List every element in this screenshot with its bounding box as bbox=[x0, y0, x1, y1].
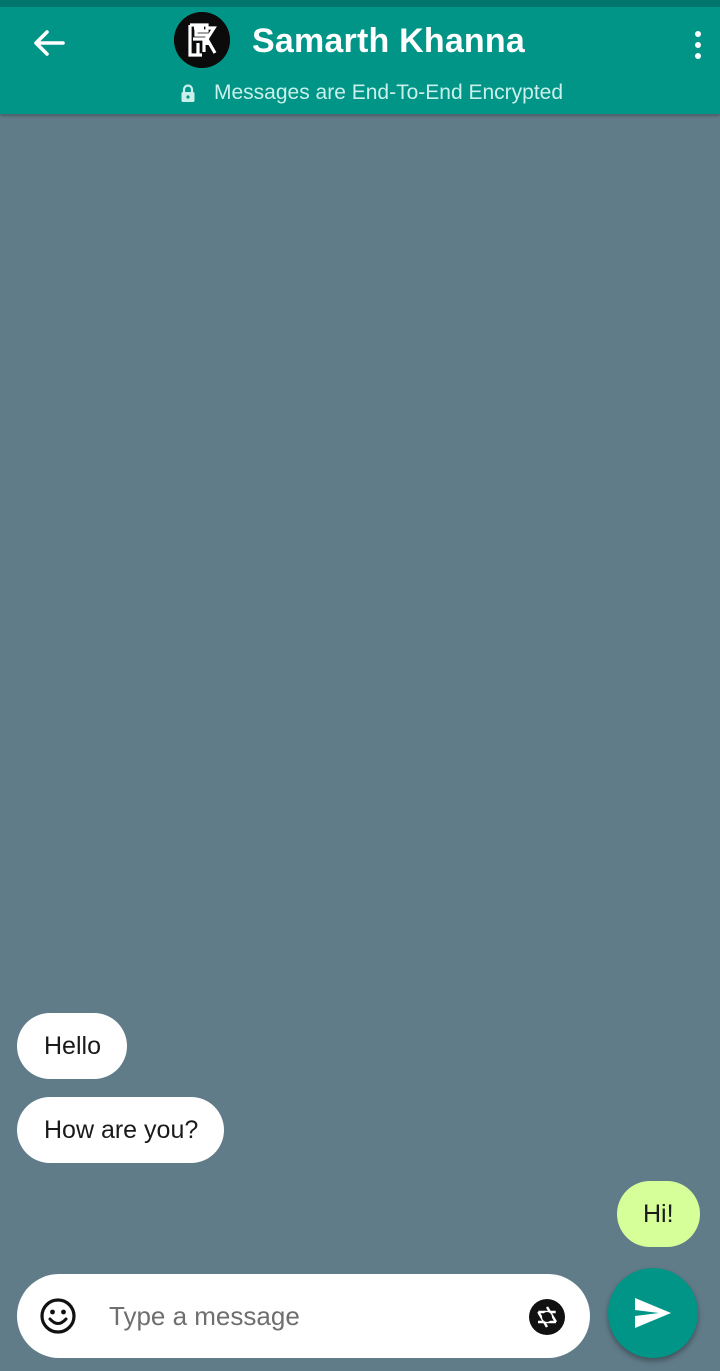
avatar[interactable] bbox=[174, 12, 230, 68]
message-bubble-received[interactable]: Hello bbox=[17, 1013, 127, 1079]
contact-name[interactable]: Samarth Khanna bbox=[252, 21, 525, 61]
smiley-icon bbox=[40, 1298, 76, 1334]
chat-header: Samarth Khanna Messages are End-To-End E… bbox=[0, 0, 720, 114]
encryption-notice: Messages are End-To-End Encrypted bbox=[180, 80, 563, 106]
send-button[interactable] bbox=[608, 1268, 698, 1358]
arrow-left-icon bbox=[34, 30, 65, 56]
camera-shutter-icon bbox=[529, 1299, 565, 1335]
message-bubble-sent[interactable]: Hi! bbox=[617, 1181, 700, 1247]
message-text: Hi! bbox=[643, 1199, 674, 1228]
sk-monogram-logo bbox=[174, 12, 230, 68]
more-options-button[interactable] bbox=[684, 25, 712, 65]
back-button[interactable] bbox=[26, 23, 72, 63]
message-composer bbox=[17, 1274, 590, 1358]
lock-icon bbox=[180, 83, 198, 103]
message-text: How are you? bbox=[44, 1115, 199, 1144]
camera-button[interactable] bbox=[528, 1298, 566, 1336]
message-input[interactable] bbox=[109, 1294, 509, 1338]
more-vertical-icon bbox=[695, 31, 701, 37]
encryption-notice-text: Messages are End-To-End Encrypted bbox=[214, 81, 564, 104]
message-text: Hello bbox=[44, 1031, 101, 1060]
emoji-button[interactable] bbox=[39, 1297, 77, 1335]
message-bubble-received[interactable]: How are you? bbox=[17, 1097, 225, 1163]
send-icon bbox=[635, 1298, 671, 1328]
